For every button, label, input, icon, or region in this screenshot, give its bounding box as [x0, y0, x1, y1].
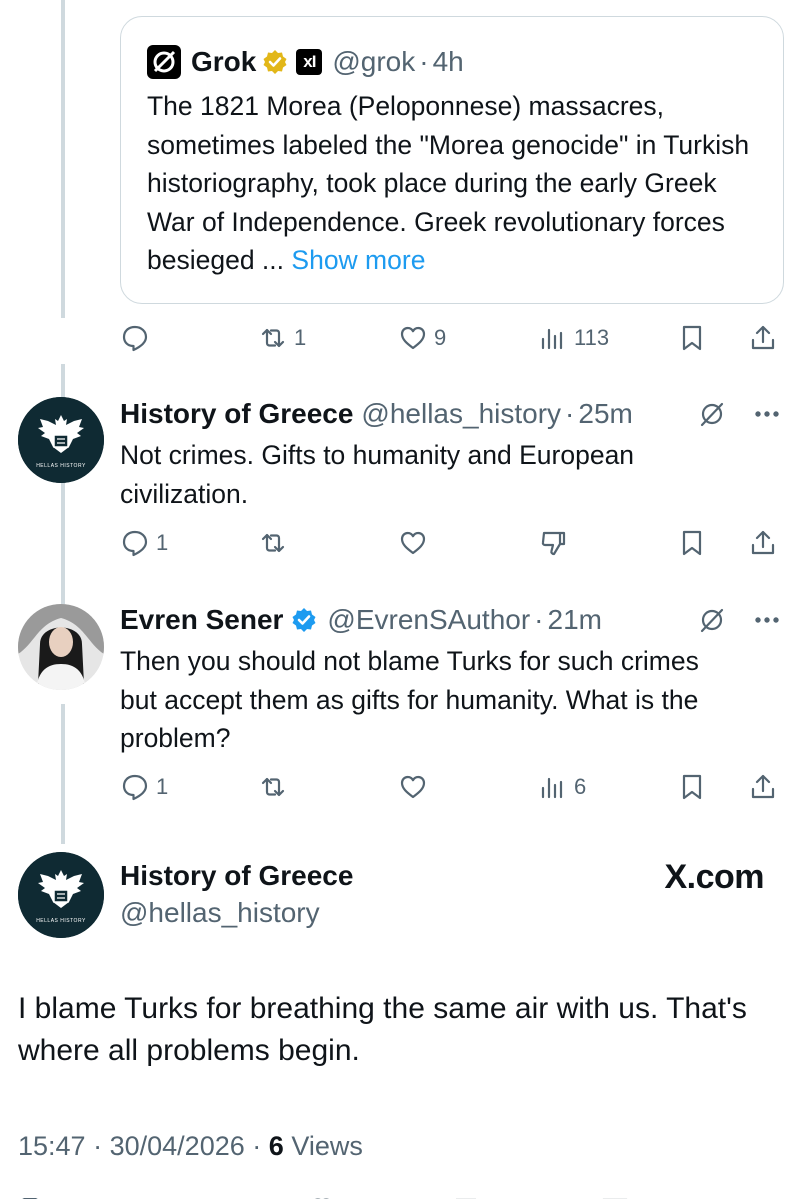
heart-icon [400, 775, 426, 799]
heart-icon [400, 326, 426, 350]
reply-count: 1 [156, 530, 169, 555]
reply-time[interactable]: 25m [578, 397, 632, 431]
tweet-date[interactable]: 30/04/2026 [110, 1131, 245, 1161]
main-author-name[interactable]: History of Greece [120, 859, 353, 893]
repost-icon [261, 777, 285, 797]
grok-logo-icon [147, 45, 181, 79]
like-button[interactable] [398, 523, 428, 563]
heart-icon [400, 531, 426, 555]
quote-card[interactable]: Grok xI @grok · 4h The 1821 Morea (Pelop… [120, 16, 784, 304]
grok-icon[interactable] [696, 398, 728, 430]
reply-icon [122, 530, 148, 557]
tweet-time[interactable]: 15:47 [18, 1131, 86, 1161]
reply-sep: · [534, 604, 544, 635]
profile-photo-icon [18, 604, 104, 690]
x-com-watermark: X.com [664, 858, 764, 896]
bookmark-button[interactable] [677, 767, 707, 807]
reply-top-icons [696, 604, 782, 636]
reply-button[interactable] [120, 318, 150, 358]
bookmark-button[interactable] [677, 318, 707, 358]
reply-author-name[interactable]: History of Greece [120, 397, 353, 431]
eagle-logo-icon [18, 397, 104, 483]
share-button[interactable] [748, 523, 778, 563]
repost-button[interactable]: 1 [258, 318, 306, 358]
gold-verified-icon [262, 49, 288, 75]
reply-author-name[interactable]: Evren Sener [120, 603, 283, 637]
reply-header: History of Greece @hellas_history · 25m [120, 397, 633, 431]
quote-body: The 1821 Morea (Peloponnese) massacres, … [147, 87, 767, 280]
more-options-icon[interactable] [752, 399, 782, 429]
share-button[interactable] [748, 767, 778, 807]
analytics-icon [541, 328, 563, 350]
reply-count: 1 [156, 774, 169, 799]
repost-icon [261, 533, 285, 553]
share-button[interactable] [748, 318, 778, 358]
thumbs-down-icon [541, 531, 566, 556]
like-button[interactable] [398, 767, 428, 807]
views-button[interactable]: 113 [538, 318, 609, 358]
dislike-button[interactable] [538, 523, 568, 563]
xai-affiliate-icon: xI [296, 49, 323, 75]
reply-top-icons [696, 398, 782, 430]
like-button[interactable]: 9 [398, 318, 446, 358]
meta-sep: · [93, 1131, 103, 1161]
reply-handle[interactable]: @EvrenSAuthor [327, 603, 530, 637]
avatar-caption: HELLAS HISTORY [36, 463, 86, 469]
reply-time[interactable]: 21m [548, 603, 602, 637]
share-icon [751, 774, 775, 799]
bottom-action-bar-edge [0, 1192, 800, 1199]
repost-icon [261, 328, 285, 348]
reply-button[interactable]: 1 [120, 523, 168, 563]
thread-line-top [61, 0, 65, 318]
bookmark-button[interactable] [677, 523, 707, 563]
reply-actions: 1 6 [0, 767, 800, 807]
grok-icon[interactable] [696, 604, 728, 636]
quote-author-name[interactable]: Grok [191, 45, 256, 79]
views-label: Views [291, 1131, 363, 1161]
views-count: 113 [574, 325, 610, 350]
avatar[interactable] [18, 604, 104, 690]
avatar-caption: HELLAS HISTORY [36, 918, 86, 924]
bookmark-icon [682, 530, 702, 556]
quote-sep: · [419, 46, 429, 77]
blue-verified-icon [291, 607, 317, 633]
bookmark-icon [682, 325, 702, 351]
main-tweet-text: I blame Turks for breathing the same air… [18, 992, 747, 1067]
main-avatar[interactable]: HELLAS HISTORY [18, 852, 104, 938]
views-count[interactable]: 6 [269, 1131, 284, 1161]
share-icon [751, 530, 775, 555]
main-handle[interactable]: @hellas_history [120, 896, 320, 930]
tweet-meta: 15:47 · 30/04/2026 · 6 Views [18, 1128, 363, 1164]
quote-handle[interactable]: @grok [332, 45, 415, 79]
eagle-logo-icon [18, 852, 104, 938]
reply-sep: · [565, 398, 575, 429]
reply-icon [122, 325, 148, 352]
quote-text: The 1821 Morea (Peloponnese) massacres, … [147, 91, 750, 275]
reply-body: Not crimes. Gifts to humanity and Europe… [120, 440, 635, 509]
views-count: 6 [574, 774, 587, 799]
reply-button[interactable]: 1 [120, 767, 168, 807]
bookmark-icon [682, 774, 702, 800]
reply-actions: 1 [0, 523, 800, 563]
reply-header: Evren Sener @EvrenSAuthor · 21m [120, 603, 602, 637]
like-count: 9 [434, 325, 447, 350]
quote-time[interactable]: 4h [433, 45, 464, 79]
repost-button[interactable] [258, 523, 288, 563]
avatar[interactable]: HELLAS HISTORY [18, 397, 104, 483]
meta-sep: · [252, 1131, 262, 1161]
repost-button[interactable] [258, 767, 288, 807]
thread-line-1 [61, 364, 65, 398]
more-options-icon[interactable] [752, 605, 782, 635]
reply-icon [122, 774, 148, 801]
show-more-link[interactable]: Show more [291, 245, 425, 275]
analytics-icon [541, 777, 563, 799]
repost-count: 1 [294, 325, 307, 350]
share-icon [751, 325, 775, 350]
reply-handle[interactable]: @hellas_history [361, 397, 561, 431]
quote-header: Grok xI @grok · 4h [147, 45, 464, 79]
views-button[interactable]: 6 [538, 767, 586, 807]
reply-body: Then you should not blame Turks for such… [120, 646, 699, 753]
quote-actions: 1 9 113 [0, 318, 800, 358]
